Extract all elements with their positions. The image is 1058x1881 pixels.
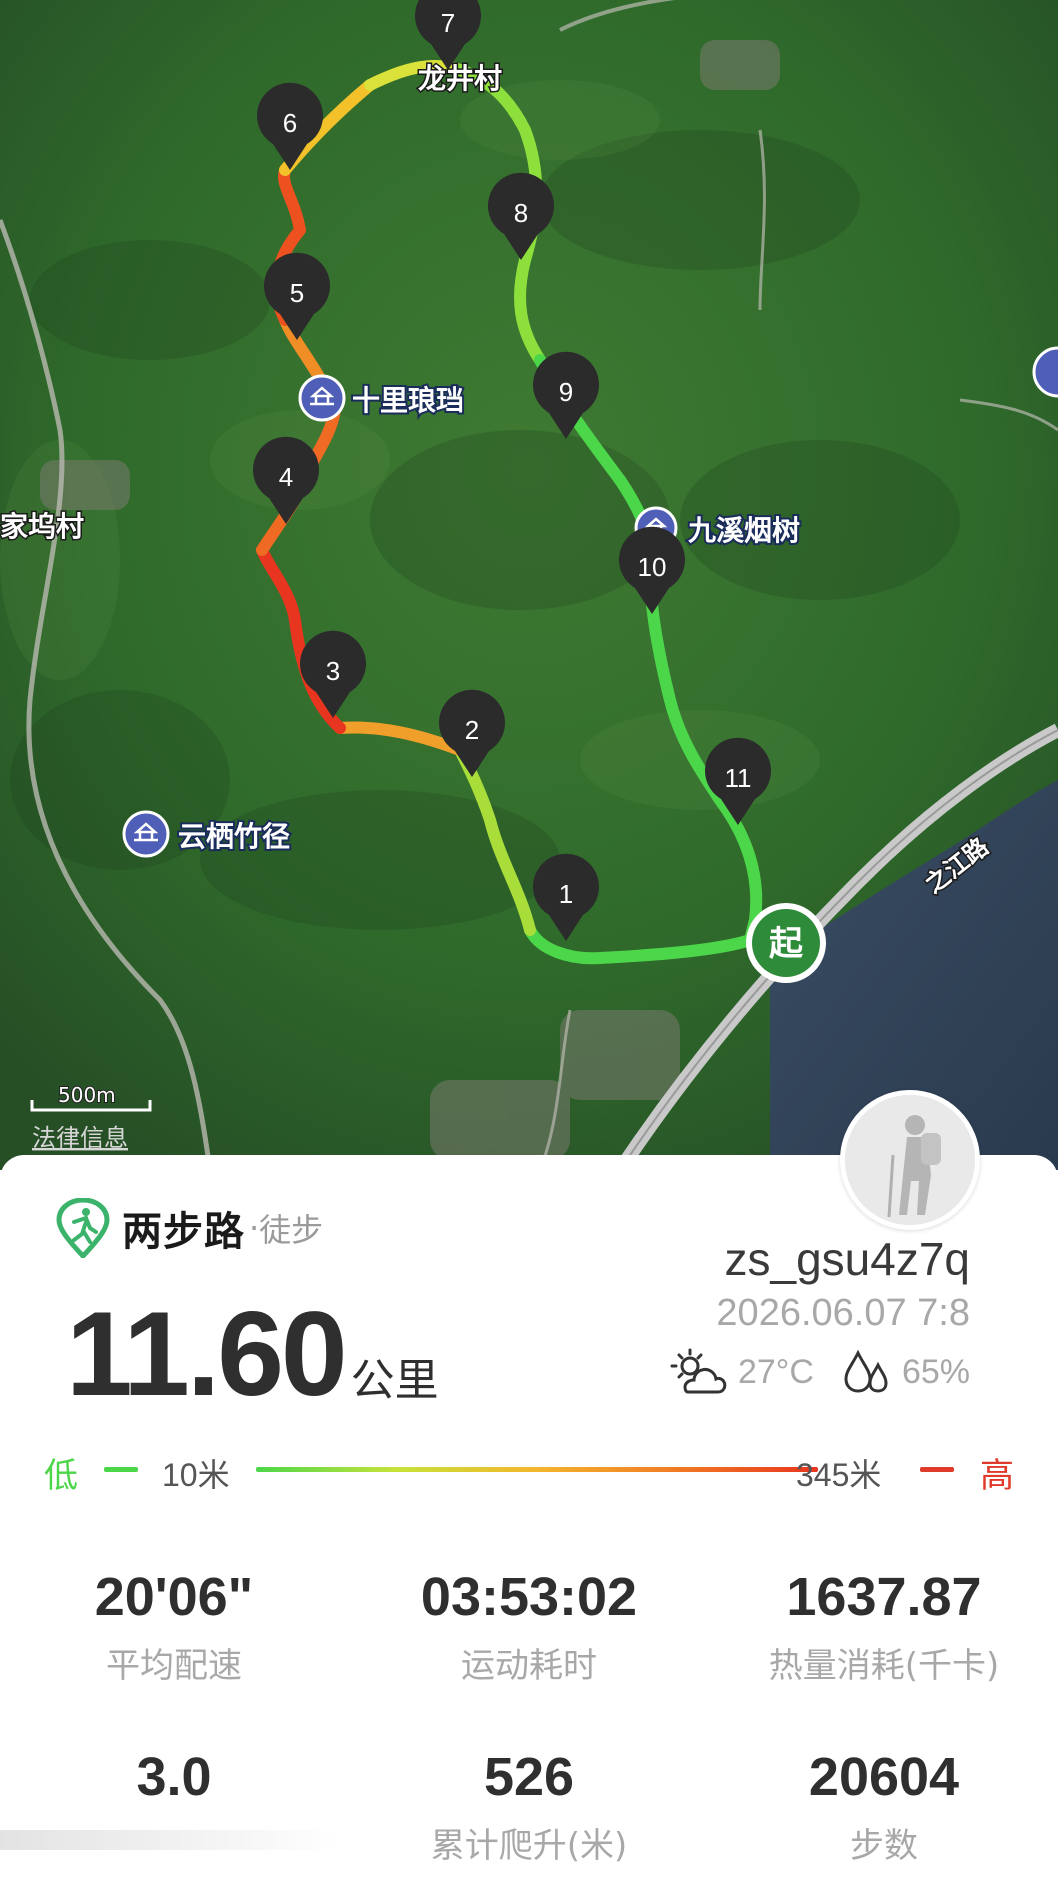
km-marker-label: 5 [290, 278, 304, 308]
stat-value: 526 [483, 1747, 575, 1807]
legend-high-swatch [920, 1467, 954, 1472]
hiker-avatar-icon [845, 1095, 975, 1225]
legal-link[interactable]: 法律信息 [32, 1124, 128, 1152]
km-marker-label: 1 [559, 879, 573, 909]
map-view[interactable]: 龙井村 家坞村 之江路 十里琅珰 九溪烟树 云栖竹径 1 2 3 4 5 6 7 8 9 10 11 [0, 0, 1058, 1170]
stat-climb: 526 累计爬升(米) [359, 1746, 699, 1867]
place-label-longjing: 龙井村 [418, 62, 502, 95]
km-marker-label: 11 [725, 763, 752, 793]
start-marker[interactable]: 起 [746, 903, 826, 983]
legend-high-value: 345米 [796, 1457, 882, 1493]
legend-gradient-bar [256, 1467, 818, 1472]
blurred-label [0, 1830, 340, 1850]
stat-avg-pace: 20'06" 平均配速 [4, 1566, 344, 1687]
stat-value: 20'06" [94, 1567, 254, 1627]
brand-separator: · [249, 1209, 260, 1247]
username: zs_gsu4z7q [724, 1233, 971, 1285]
km-marker-label: 6 [283, 108, 297, 138]
legend-low-value: 10米 [162, 1457, 230, 1493]
humidity: 65% [901, 1352, 970, 1391]
km-marker-label: 7 [441, 8, 455, 38]
stat-value: 03:53:02 [420, 1567, 638, 1627]
avatar[interactable] [840, 1090, 980, 1230]
poi-label-yunqi: 云栖竹径 [178, 820, 290, 853]
km-marker-label: 10 [638, 552, 667, 582]
stat-label: 步数 [850, 1826, 918, 1866]
km-marker-label: 2 [465, 715, 479, 745]
legend-low-swatch [104, 1467, 138, 1472]
partly-cloudy-icon [670, 1348, 727, 1394]
temperature: 27°C [737, 1352, 814, 1391]
stat-label: 累计爬升(米) [430, 1826, 628, 1866]
stat-label: 平均配速 [106, 1646, 242, 1686]
total-distance: 11.60 公里 [66, 1285, 439, 1423]
distance-value: 11.60 [66, 1287, 348, 1421]
legend-low-label: 低 [44, 1456, 78, 1496]
km-marker-label: 3 [326, 656, 340, 686]
scale-label: 500m [58, 1083, 116, 1107]
stat-value: 1637.87 [786, 1567, 982, 1627]
km-marker-label: 4 [279, 462, 293, 492]
poi-label-shili: 十里琅珰 [352, 384, 464, 417]
distance-unit: 公里 [350, 1355, 439, 1406]
weather-info: 27°C 65% [670, 1348, 970, 1396]
start-label: 起 [769, 924, 804, 964]
liangbulu-logo-icon [56, 1198, 110, 1258]
stat-value: 20604 [808, 1747, 960, 1807]
stat-speed: 3.0 [4, 1746, 344, 1818]
stat-label: 运动耗时 [461, 1646, 597, 1686]
elevation-legend: 低 10米 345米 高 [44, 1448, 1014, 1496]
brand-name: 两步路 [122, 1209, 245, 1255]
stat-duration: 03:53:02 运动耗时 [359, 1566, 699, 1687]
stat-steps: 20604 步数 [714, 1746, 1054, 1867]
legend-high-label: 高 [980, 1456, 1014, 1496]
sport-type: 徒步 [259, 1211, 324, 1249]
stat-calories: 1637.87 热量消耗(千卡) [714, 1566, 1054, 1687]
place-label-jiawu: 家坞村 [0, 510, 84, 543]
poi-label-jiuxi: 九溪烟树 [688, 514, 800, 547]
satellite-map[interactable]: 龙井村 家坞村 之江路 十里琅珰 九溪烟树 云栖竹径 1234567891011 [0, 0, 1058, 1170]
activity-datetime: 2026.06.07 7:8 [716, 1292, 970, 1334]
stat-value: 3.0 [136, 1747, 212, 1807]
km-marker-label: 8 [514, 198, 528, 228]
km-marker-label: 9 [559, 377, 573, 407]
stat-label: 热量消耗(千卡) [768, 1646, 1000, 1686]
water-drops-icon [844, 1349, 888, 1393]
brand: 两步路 · 徒步 [56, 1198, 323, 1258]
